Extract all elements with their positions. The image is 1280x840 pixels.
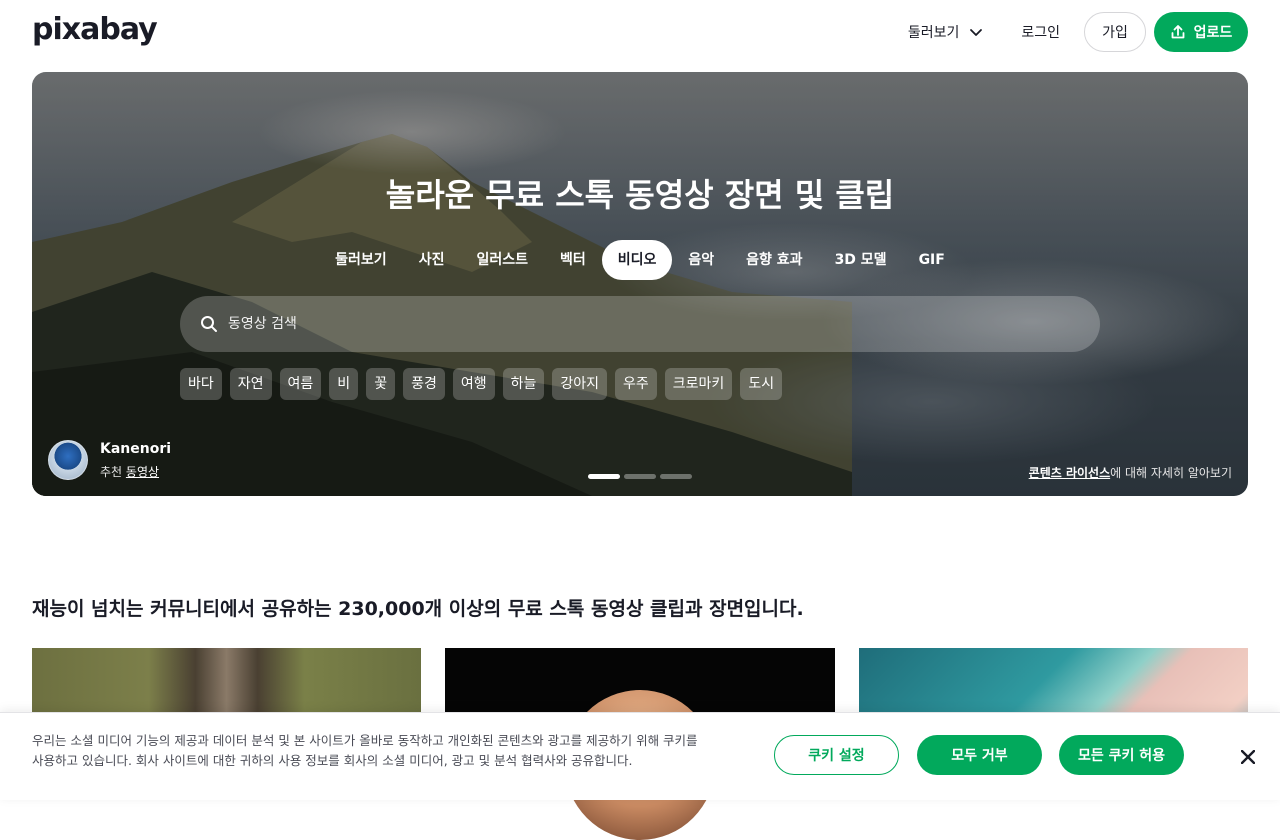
tab-videos[interactable]: 비디오 <box>601 240 673 280</box>
author-avatar[interactable] <box>48 440 88 480</box>
login-link[interactable]: 로그인 <box>1021 22 1060 42</box>
explore-label: 둘러보기 <box>907 25 960 41</box>
tag-chip[interactable]: 하늘 <box>502 368 545 400</box>
tag-chip[interactable]: 여름 <box>279 368 322 400</box>
reject-all-button[interactable]: 모두 거부 <box>917 735 1042 775</box>
tab-3d-models[interactable]: 3D 모델 <box>819 240 903 280</box>
slide-dot[interactable] <box>588 474 620 479</box>
slide-indicators <box>588 474 696 479</box>
credit-prefix: 추천 <box>100 464 126 479</box>
cookie-message: 우리는 소셜 미디어 기능의 제공과 데이터 분석 및 본 사이트가 올바로 동… <box>32 733 698 768</box>
upload-label: 업로드 <box>1193 25 1233 41</box>
top-navigation: pixabay 둘러보기 로그인 가입 업로드 <box>0 0 1280 64</box>
tab-vectors[interactable]: 벡터 <box>544 240 602 280</box>
nav-right: 둘러보기 로그인 가입 업로드 <box>908 12 1248 52</box>
hero-banner: 놀라운 무료 스톡 동영상 장면 및 클립 둘러보기 사진 일러스트 벡터 비디… <box>32 72 1248 496</box>
join-button[interactable]: 가입 <box>1084 12 1146 52</box>
search-bar <box>180 296 1100 352</box>
hero-credit: Kanenori 추천 동영상 <box>48 440 171 480</box>
tag-chip[interactable]: 자연 <box>229 368 272 400</box>
upload-icon <box>1171 25 1185 39</box>
tag-chip[interactable]: 꽃 <box>366 368 396 400</box>
tab-illustrations[interactable]: 일러스트 <box>460 240 544 280</box>
credit-subtitle: 추천 동영상 <box>100 463 171 480</box>
chevron-down-icon <box>970 29 983 36</box>
search-icon <box>201 316 217 332</box>
tag-chip[interactable]: 도시 <box>740 368 783 400</box>
tag-chip[interactable]: 비 <box>329 368 359 400</box>
tag-chip[interactable]: 우주 <box>615 368 657 400</box>
cookie-banner: 우리는 소셜 미디어 기능의 제공과 데이터 분석 및 본 사이트가 올바로 동… <box>0 712 1280 800</box>
slide-dot[interactable] <box>624 474 656 479</box>
tag-chip[interactable]: 크로마키 <box>664 368 733 400</box>
tag-chips: 바다 자연 여름 비 꽃 풍경 여행 하늘 강아지 우주 크로마키 도시 <box>180 368 790 400</box>
content-license-link[interactable]: 콘텐츠 라이선스 <box>1029 466 1110 480</box>
tag-chip[interactable]: 바다 <box>180 368 222 400</box>
slide-dot[interactable] <box>660 474 692 479</box>
cookie-settings-button[interactable]: 쿠키 설정 <box>774 735 899 775</box>
accept-all-cookies-button[interactable]: 모든 쿠키 허용 <box>1059 735 1184 775</box>
tag-chip[interactable]: 여행 <box>452 368 495 400</box>
close-icon[interactable] <box>1234 743 1262 771</box>
tab-photos[interactable]: 사진 <box>403 240 461 280</box>
license-suffix: 에 대해 자세히 알아보기 <box>1110 466 1232 480</box>
hero-title: 놀라운 무료 스톡 동영상 장면 및 클립 <box>385 176 895 214</box>
tab-explore[interactable]: 둘러보기 <box>319 240 403 280</box>
hero-overlay <box>32 72 1248 496</box>
section-title: 재능이 넘치는 커뮤니티에서 공유하는 230,000개 이상의 무료 스톡 동… <box>32 598 804 620</box>
search-input[interactable] <box>228 316 1048 332</box>
explore-menu-button[interactable]: 둘러보기 <box>908 22 984 42</box>
pixabay-logo[interactable]: pixabay <box>32 12 158 47</box>
tag-chip[interactable]: 풍경 <box>403 368 445 400</box>
tab-gif[interactable]: GIF <box>903 240 961 280</box>
tab-sound-effects[interactable]: 음향 효과 <box>730 240 818 280</box>
license-note: 콘텐츠 라이선스에 대해 자세히 알아보기 <box>1029 464 1232 481</box>
upload-button[interactable]: 업로드 <box>1154 12 1248 52</box>
tab-music[interactable]: 음악 <box>672 240 730 280</box>
tag-chip[interactable]: 강아지 <box>552 368 608 400</box>
media-type-tabs: 둘러보기 사진 일러스트 벡터 비디오 음악 음향 효과 3D 모델 GIF <box>32 240 1248 280</box>
author-name[interactable]: Kanenori <box>100 441 171 457</box>
featured-videos-link[interactable]: 동영상 <box>126 465 159 479</box>
